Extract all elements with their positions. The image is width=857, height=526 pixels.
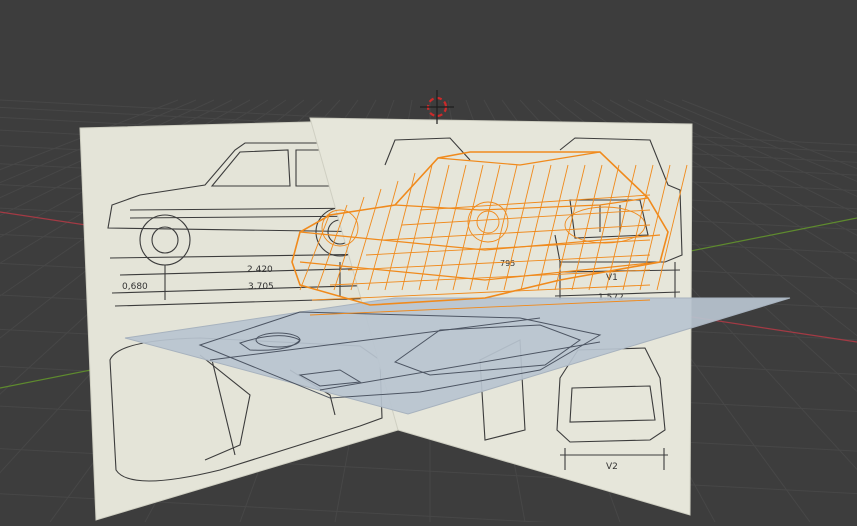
dim-rear-overhang: 795 bbox=[500, 259, 515, 268]
dim-wheelbase: 2.420 bbox=[247, 265, 273, 275]
dim-v2: V2 bbox=[606, 462, 618, 472]
dim-total-length: 3.705 bbox=[248, 282, 274, 292]
dim-front-overhang: 0,680 bbox=[122, 282, 148, 292]
3d-viewport[interactable]: 0,680 2.420 3.705 795 V1 V2 bbox=[0, 0, 857, 526]
